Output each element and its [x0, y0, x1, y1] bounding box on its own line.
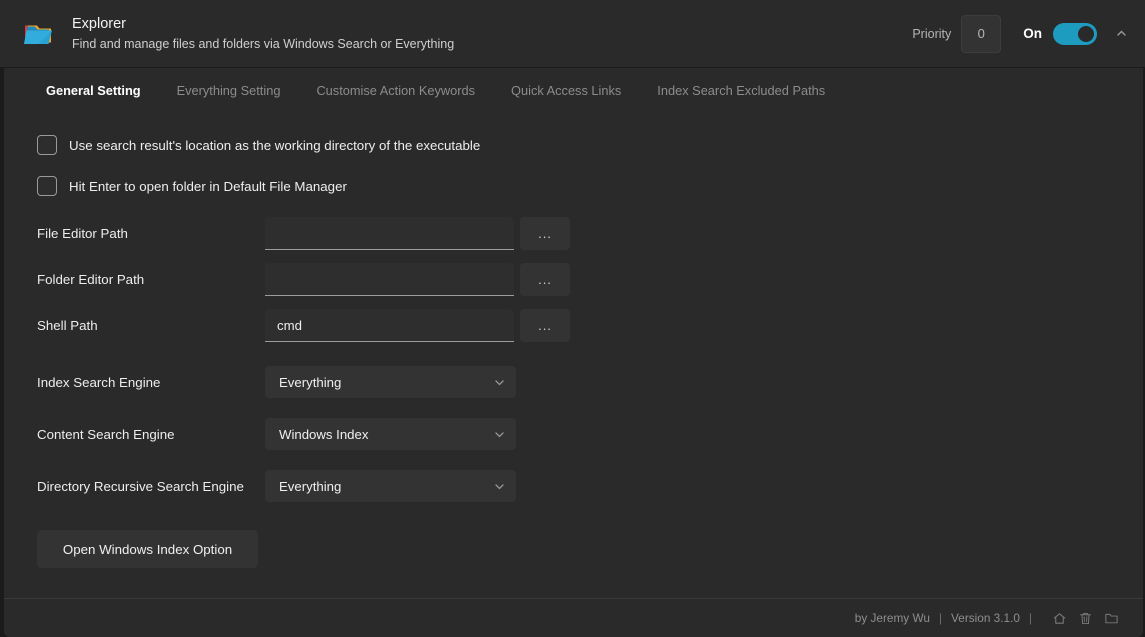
toggle-state-label: On: [1023, 26, 1042, 41]
footer-icon-group: [1052, 611, 1119, 626]
priority-label: Priority: [912, 26, 952, 41]
input-folder-editor-path[interactable]: [265, 263, 514, 296]
browse-button-folder-editor-path[interactable]: ...: [520, 263, 570, 296]
select-index-search-engine[interactable]: Everything: [265, 366, 516, 398]
browse-button-file-editor-path[interactable]: ...: [520, 217, 570, 250]
input-shell-path[interactable]: [265, 309, 514, 342]
home-icon[interactable]: [1052, 611, 1067, 626]
select-row-index-search-engine: Index Search Engine Everything: [37, 366, 1143, 398]
page-subtitle: Find and manage files and folders via Wi…: [72, 37, 455, 51]
label-content-search-engine: Content Search Engine: [37, 426, 175, 442]
field-row-shell-path: Shell Path ...: [37, 309, 1143, 342]
select-content-search-engine[interactable]: Windows Index: [265, 418, 516, 450]
toggle-knob: [1078, 25, 1094, 42]
checkbox-label-default-file-manager: Hit Enter to open folder in Default File…: [69, 178, 347, 194]
priority-input[interactable]: 0: [961, 14, 1002, 53]
label-directory-recursive-search-engine: Directory Recursive Search Engine: [37, 478, 244, 494]
tab-index-search-excluded-paths[interactable]: Index Search Excluded Paths: [639, 75, 843, 107]
tab-everything-setting[interactable]: Everything Setting: [159, 75, 299, 107]
enable-plugin-toggle[interactable]: [1053, 22, 1097, 45]
collapse-button[interactable]: [1111, 24, 1131, 44]
tab-quick-access-links[interactable]: Quick Access Links: [493, 75, 639, 107]
settings-panel: General Setting Everything Setting Custo…: [4, 68, 1143, 637]
select-row-content-search-engine: Content Search Engine Windows Index: [37, 418, 1143, 450]
open-windows-index-option-button[interactable]: Open Windows Index Option: [37, 530, 258, 568]
chevron-down-icon: [495, 431, 504, 437]
tab-customise-action-keywords[interactable]: Customise Action Keywords: [298, 75, 493, 107]
trash-icon[interactable]: [1078, 611, 1093, 626]
select-row-directory-recursive-search-engine: Directory Recursive Search Engine Everyt…: [37, 470, 1143, 502]
header-text-block: Explorer Find and manage files and folde…: [72, 15, 912, 52]
label-file-editor-path: File Editor Path: [37, 226, 128, 241]
footer-separator-1: |: [938, 611, 943, 625]
select-directory-recursive-search-engine[interactable]: Everything: [265, 470, 516, 502]
folder-color-icon: [22, 17, 56, 51]
plugin-header: Explorer Find and manage files and folde…: [0, 0, 1145, 67]
page-title: Explorer: [72, 16, 126, 32]
label-shell-path: Shell Path: [37, 318, 98, 333]
select-value-directory-recursive-search-engine: Everything: [279, 478, 342, 494]
field-row-folder-editor-path: Folder Editor Path ...: [37, 263, 1143, 296]
header-controls: Priority 0 On: [912, 14, 1131, 53]
select-value-content-search-engine: Windows Index: [279, 426, 369, 442]
checkbox-row-working-directory[interactable]: Use search result's location as the work…: [37, 135, 1143, 155]
footer-separator-2: |: [1028, 611, 1032, 625]
checkbox-working-directory[interactable]: [37, 135, 57, 155]
footer-bar: by Jeremy Wu | Version 3.1.0 |: [4, 598, 1143, 637]
field-row-file-editor-path: File Editor Path ...: [37, 217, 1143, 250]
input-file-editor-path[interactable]: [265, 217, 514, 250]
chevron-down-icon: [495, 483, 504, 489]
label-index-search-engine: Index Search Engine: [37, 374, 161, 390]
checkbox-row-default-file-manager[interactable]: Hit Enter to open folder in Default File…: [37, 176, 1143, 196]
app-window: Explorer Find and manage files and folde…: [0, 0, 1145, 637]
checkbox-label-working-directory: Use search result's location as the work…: [69, 137, 481, 153]
tab-bar: General Setting Everything Setting Custo…: [4, 68, 1143, 113]
general-setting-content: Use search result's location as the work…: [4, 113, 1143, 598]
browse-button-shell-path[interactable]: ...: [520, 309, 570, 342]
label-folder-editor-path: Folder Editor Path: [37, 272, 145, 287]
tab-general-setting[interactable]: General Setting: [28, 75, 159, 107]
chevron-up-icon: [1116, 30, 1126, 36]
checkbox-default-file-manager[interactable]: [37, 176, 57, 196]
footer-version: Version 3.1.0: [951, 611, 1020, 625]
folder-icon[interactable]: [1104, 611, 1119, 626]
select-value-index-search-engine: Everything: [279, 374, 342, 390]
footer-author: by Jeremy Wu: [854, 611, 930, 625]
chevron-down-icon: [495, 379, 504, 385]
